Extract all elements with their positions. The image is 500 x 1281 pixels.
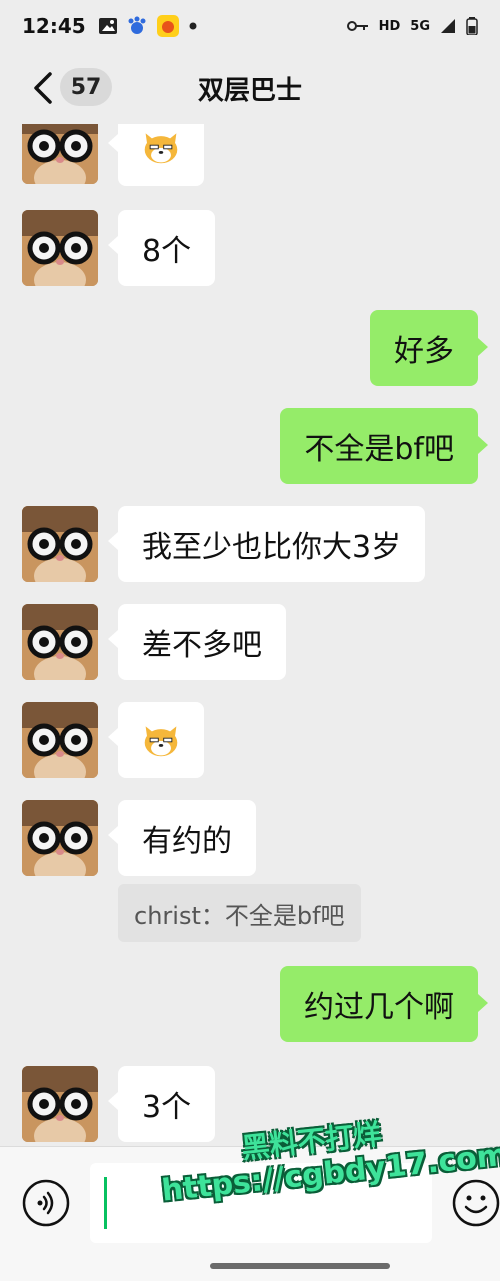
message-bubble-text-self[interactable]: 约过几个啊 [280, 966, 488, 1042]
message-text: 好多 [394, 334, 454, 369]
cat-avatar-icon [22, 702, 98, 778]
status-icons-right: HD 5G [346, 17, 478, 35]
contact-avatar[interactable] [22, 1066, 98, 1142]
message-bubble-text[interactable]: 我至少也比你大3岁 [107, 506, 426, 582]
chat-header: 57 双层巴士 [0, 52, 500, 124]
message-text: 我至少也比你大3岁 [142, 530, 402, 565]
contact-avatar[interactable] [22, 210, 98, 286]
network-label: 5G [410, 18, 430, 34]
message-list[interactable]: 8个 好多 不全是bf吧 我至少也比你大3岁 差不多吧 有约的 christ：不… [0, 124, 500, 1146]
message-bubble-text-self[interactable]: 不全是bf吧 [280, 408, 488, 484]
message-bubble-emoji[interactable] [108, 124, 204, 186]
battery-icon [466, 17, 478, 35]
cat-avatar-icon [22, 124, 98, 184]
home-indicator[interactable] [210, 1263, 390, 1269]
message-text: 约过几个啊 [304, 990, 454, 1025]
message-bubble-text[interactable]: 差不多吧 [108, 604, 286, 680]
status-bar: 12:45 HD 5G [0, 0, 500, 52]
cat-avatar-icon [22, 604, 98, 680]
app-icon [156, 15, 179, 37]
status-time: 12:45 [22, 14, 86, 38]
message-text: 不全是bf吧 [304, 432, 454, 467]
dog-emoji-icon [144, 726, 178, 757]
message-bubble-emoji[interactable] [108, 702, 204, 778]
dot-icon [189, 22, 197, 30]
message-text: 有约的 [142, 824, 232, 859]
back-icon[interactable] [26, 70, 60, 106]
quoted-message-text: christ：不全是bf吧 [134, 901, 345, 930]
message-bubble-text[interactable]: 有约的 [108, 800, 256, 876]
cat-avatar-icon [22, 506, 98, 582]
text-caret [104, 1177, 107, 1229]
signal-icon [441, 19, 455, 33]
status-icons-left [98, 14, 198, 38]
gallery-icon [98, 18, 117, 34]
chat-title: 双层巴士 [197, 75, 302, 106]
contact-avatar[interactable] [22, 604, 98, 680]
message-bubble-text-self[interactable]: 好多 [370, 310, 488, 386]
unread-count-badge[interactable]: 57 [60, 68, 112, 106]
message-text: 3个 [142, 1090, 192, 1125]
contact-avatar[interactable] [22, 702, 98, 778]
contact-avatar[interactable] [22, 506, 98, 582]
contact-avatar[interactable] [22, 800, 98, 876]
cat-avatar-icon [22, 1066, 98, 1142]
cat-avatar-icon [22, 800, 98, 876]
message-text: 8个 [142, 234, 192, 269]
key-icon [346, 21, 368, 31]
dog-emoji-icon [144, 133, 178, 164]
cat-avatar-icon [22, 210, 98, 286]
message-text: 差不多吧 [142, 628, 262, 663]
quoted-message[interactable]: christ：不全是bf吧 [118, 884, 361, 942]
baidu-icon [128, 16, 146, 34]
contact-avatar[interactable] [22, 124, 98, 184]
voice-icon[interactable] [22, 1179, 70, 1227]
message-bubble-text[interactable]: 8个 [107, 210, 216, 286]
hd-label: HD [378, 18, 401, 34]
